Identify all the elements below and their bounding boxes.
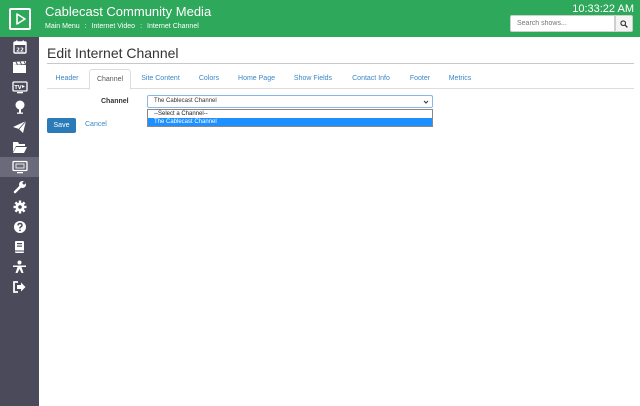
channel-option-highlighted[interactable]: The Cablecast Channel [148, 118, 432, 126]
breadcrumb-separator: : [84, 23, 87, 30]
question-icon [13, 221, 26, 233]
sidebar-item-settings[interactable] [0, 197, 39, 217]
sidebar: 22 TV [0, 0, 39, 406]
breadcrumb-internet-video[interactable]: Internet Video [92, 23, 135, 30]
tab-footer[interactable]: Footer [401, 69, 439, 89]
tv-channel-icon: TV [11, 81, 28, 94]
tab-header[interactable]: Header [47, 69, 87, 89]
top-bar: Cablecast Community Media Main Menu: Inte… [39, 0, 640, 37]
breadcrumb-internet-channel: Internet Channel [147, 23, 199, 30]
sidebar-item-schedule[interactable]: 22 [0, 37, 39, 57]
sidebar-item-shows[interactable] [0, 57, 39, 77]
clock: 10:33:22 AM [572, 3, 634, 15]
calendar-icon: 22 [12, 40, 27, 54]
tv-channel-text: TV [14, 85, 21, 91]
gear-icon [13, 200, 26, 214]
sidebar-item-tools[interactable] [0, 177, 39, 197]
cancel-link[interactable]: Cancel [85, 121, 107, 128]
paper-plane-icon [13, 120, 27, 133]
channel-select[interactable]: The Cablecast Channel [147, 95, 433, 108]
tab-site-content[interactable]: Site Content [133, 69, 188, 89]
title-divider [47, 63, 634, 64]
save-button[interactable]: Save [47, 118, 76, 133]
clapperboard-icon [13, 60, 26, 73]
book-icon [15, 241, 24, 253]
sidebar-item-publish[interactable] [0, 117, 39, 137]
tab-contact-info[interactable]: Contact Info [343, 69, 399, 89]
tab-channel[interactable]: Channel [89, 69, 131, 90]
sidebar-item-files[interactable] [0, 137, 39, 157]
breadcrumb: Main Menu: Internet Video: Internet Channe… [45, 23, 199, 30]
channel-options-list: --Select a Channel-- The Cablecast Chann… [147, 109, 433, 127]
sidebar-item-internet-video[interactable] [0, 157, 39, 177]
channel-label: Channel [101, 98, 129, 105]
app-title: Cablecast Community Media [45, 4, 212, 19]
search-icon [620, 19, 628, 28]
tab-show-fields[interactable]: Show Fields [285, 69, 341, 89]
search-button[interactable] [615, 15, 633, 32]
sidebar-item-logout[interactable] [0, 277, 39, 297]
tab-home-page[interactable]: Home Page [230, 69, 283, 89]
sidebar-item-docs[interactable] [0, 237, 39, 257]
sidebar-item-podcasts[interactable] [0, 97, 39, 117]
breadcrumb-separator: : [140, 23, 143, 30]
search-input[interactable] [510, 15, 615, 32]
breadcrumb-main-menu[interactable]: Main Menu [45, 23, 80, 30]
person-icon [13, 260, 26, 273]
play-logo-icon [8, 7, 31, 30]
channel-option[interactable]: --Select a Channel-- [148, 110, 432, 118]
sign-out-icon [13, 281, 26, 293]
wrench-icon [13, 181, 26, 194]
tab-bar: Header Channel Site Content Colors Home … [47, 69, 634, 90]
sidebar-item-users[interactable] [0, 257, 39, 277]
app-logo[interactable] [0, 0, 39, 37]
folder-open-icon [12, 142, 27, 153]
tab-colors[interactable]: Colors [190, 69, 228, 89]
podcast-icon [15, 100, 24, 114]
chevron-down-icon [423, 100, 429, 104]
page-title: Edit Internet Channel [47, 45, 179, 61]
calendar-day-text: 22 [16, 48, 24, 54]
monitor-icon [11, 160, 28, 174]
sidebar-item-channels[interactable]: TV [0, 77, 39, 97]
channel-select-value: The Cablecast Channel [154, 98, 217, 104]
tab-metrics[interactable]: Metrics [441, 69, 479, 89]
sidebar-item-help[interactable] [0, 217, 39, 237]
